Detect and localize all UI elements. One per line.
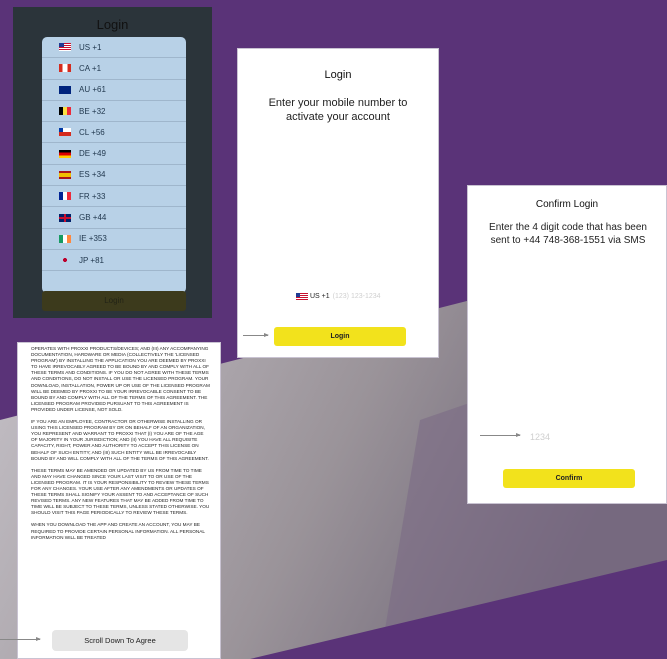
login-instructions: Enter your mobile number to activate you… (268, 97, 408, 123)
country-option-label: ES +34 (79, 170, 106, 180)
phone-number-input[interactable]: (123) 123-1234 (333, 293, 381, 300)
login-button[interactable]: Login (274, 327, 406, 346)
us-flag-icon (59, 43, 71, 52)
country-option[interactable]: JP +81 (42, 250, 186, 272)
ie-flag-icon (59, 234, 71, 243)
terms-paragraph: WHEN YOU DOWNLOAD THE APP AND CREATE AN … (31, 522, 205, 540)
country-option[interactable]: US +1 (42, 37, 186, 59)
ca-flag-icon (59, 64, 71, 73)
country-picker-screen: Login US +1 CA +1 AU +61 BE +32 CL +56 DE +49… (13, 7, 212, 318)
country-option[interactable]: ES +34 (42, 165, 186, 187)
code-input[interactable]: 1234 (530, 432, 550, 442)
confirm-instructions: Enter the 4 digit code that has been sen… (489, 222, 647, 246)
country-option[interactable]: CL +56 (42, 122, 186, 144)
fr-flag-icon (59, 192, 71, 201)
au-flag-icon (59, 85, 71, 94)
country-option[interactable]: CA +1 (42, 58, 186, 80)
be-flag-icon (59, 107, 71, 116)
country-option-label: IE +353 (79, 234, 107, 244)
country-option-label: FR +33 (79, 191, 106, 201)
arrow-to-scroll-button (0, 637, 41, 641)
country-code-selector[interactable]: US +1 (310, 293, 330, 300)
es-flag-icon (59, 170, 71, 179)
country-option[interactable]: BE +32 (42, 101, 186, 123)
country-option-label: AU +61 (79, 85, 106, 95)
country-option[interactable]: AU +61 (42, 80, 186, 101)
scroll-to-agree-button[interactable]: Scroll Down To Agree (52, 630, 188, 651)
gb-flag-icon (59, 213, 71, 222)
login-title: Login (324, 69, 352, 81)
country-option-label: JP +81 (79, 255, 104, 265)
country-picker-login-button[interactable]: Login (42, 291, 186, 311)
country-option-label: BE +32 (79, 106, 106, 116)
country-option-label: CL +56 (79, 127, 105, 137)
de-flag-icon (59, 149, 71, 158)
confirm-title: Confirm Login (535, 199, 599, 210)
phone-input-row[interactable]: US +1 (123) 123-1234 (296, 293, 381, 300)
country-option[interactable]: GB +44 (42, 207, 186, 229)
confirm-login-screen: Confirm Login Enter the 4 digit code tha… (467, 185, 667, 504)
cl-flag-icon (59, 128, 71, 137)
country-option-label: US +1 (79, 42, 102, 52)
terms-paragraph: OPERATES WITH PROXXI PRODUCTS/DEVICES; A… (31, 346, 210, 412)
login-screen: Login Enter your mobile number to activa… (237, 48, 439, 358)
country-option-label: CA +1 (79, 63, 102, 73)
terms-paragraph: IF YOU ARE AN EMPLOYEE, CONTRACTOR OR OT… (31, 419, 209, 461)
confirm-button[interactable]: Confirm (503, 469, 635, 488)
terms-screen: OPERATES WITH PROXXI PRODUCTS/DEVICES; A… (17, 342, 221, 659)
arrow-to-code-input (480, 433, 521, 437)
country-option[interactable]: DE +49 (42, 143, 186, 165)
country-option[interactable]: FR +33 (42, 186, 186, 208)
arrow-to-login-button (243, 333, 269, 337)
country-option-label: DE +49 (79, 149, 106, 159)
jp-flag-icon (59, 256, 71, 265)
us-flag-icon[interactable] (296, 293, 308, 300)
country-picker-title: Login (96, 17, 129, 32)
country-list[interactable]: US +1 CA +1 AU +61 BE +32 CL +56 DE +49 ES +34… (42, 37, 186, 293)
country-option[interactable]: IE +353 (42, 229, 186, 250)
terms-paragraph: THESE TERMS MAY BE AMENDED OR UPDATED BY… (31, 467, 210, 516)
terms-text[interactable]: OPERATES WITH PROXXI PRODUCTS/DEVICES; A… (31, 346, 211, 547)
country-option-label: GB +44 (79, 213, 107, 223)
